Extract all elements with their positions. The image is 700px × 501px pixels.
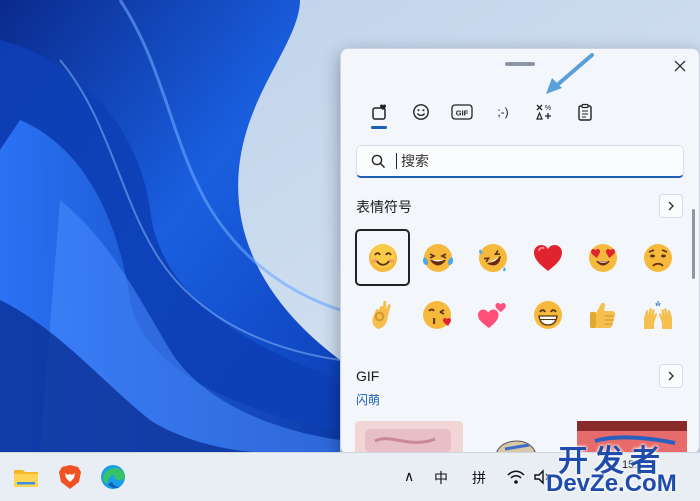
- raising-hands-emoji[interactable]: [630, 286, 685, 343]
- svg-text:;-): ;-): [497, 105, 508, 119]
- red-heart-emoji[interactable]: [520, 229, 575, 286]
- thumbs-up-emoji[interactable]: [575, 286, 630, 343]
- tab-favorites[interactable]: [359, 95, 400, 129]
- tears-of-joy-emoji[interactable]: [410, 229, 465, 286]
- close-button[interactable]: [669, 55, 691, 77]
- tab-gif[interactable]: GIF: [441, 95, 482, 129]
- gif-thumbnail[interactable]: [355, 421, 463, 454]
- scrollbar-thumb[interactable]: [692, 209, 695, 279]
- heart-eyes-emoji[interactable]: [575, 229, 630, 286]
- close-icon: [674, 60, 686, 72]
- worried-face-emoji[interactable]: [630, 229, 685, 286]
- smiling-face-emoji[interactable]: [355, 229, 410, 286]
- search-box[interactable]: [356, 145, 684, 178]
- svg-text:%: %: [544, 105, 550, 112]
- tray-overflow-chevron[interactable]: ∧: [404, 468, 414, 485]
- file-explorer-icon[interactable]: [12, 463, 40, 491]
- emoji-section-title: 表情符号: [356, 199, 412, 215]
- two-hearts-emoji[interactable]: [465, 286, 520, 343]
- search-input[interactable]: [399, 152, 663, 170]
- category-tabs: GIF ;-) %: [359, 95, 605, 129]
- chevron-right-icon: [668, 201, 674, 211]
- rolling-laughing-emoji[interactable]: [465, 229, 520, 286]
- face-blowing-kiss-emoji[interactable]: [410, 286, 465, 343]
- annotation-arrow: [546, 53, 594, 94]
- brave-browser-icon[interactable]: [56, 463, 84, 491]
- emoji-panel: GIF ;-) % 搜索 表情符号 GIF 闪萌: [340, 48, 700, 454]
- gif-more-button[interactable]: [659, 364, 683, 388]
- chevron-right-icon: [668, 371, 674, 381]
- clipboard-icon: [577, 103, 592, 121]
- tab-symbols[interactable]: %: [523, 95, 564, 129]
- gif-provider-label[interactable]: 闪萌: [356, 391, 380, 408]
- search-icon: [371, 154, 386, 169]
- ime-name-indicator[interactable]: 拼: [472, 468, 486, 488]
- tab-kaomoji[interactable]: ;-): [482, 95, 523, 129]
- drag-handle[interactable]: [505, 62, 535, 66]
- gif-section-title: GIF: [356, 368, 380, 384]
- edge-browser-icon[interactable]: [99, 463, 127, 491]
- smiley-icon: [412, 104, 429, 120]
- gif-icon: GIF: [450, 104, 473, 120]
- favorites-heart-icon: [371, 104, 386, 120]
- beaming-face-emoji[interactable]: [520, 286, 575, 343]
- watermark-line2: DevZe.CoM: [546, 470, 677, 497]
- emoji-grid: [355, 229, 685, 343]
- kaomoji-icon: ;-): [497, 105, 508, 119]
- wifi-icon[interactable]: [506, 467, 526, 487]
- tab-emoji[interactable]: [400, 95, 441, 129]
- text-caret: [396, 153, 397, 169]
- symbols-icon: %: [535, 104, 551, 120]
- tab-clipboard[interactable]: [564, 95, 605, 129]
- svg-text:GIF: GIF: [455, 108, 468, 117]
- watermark: 开发者 DevZe.CoM: [538, 436, 700, 500]
- ok-hand-emoji[interactable]: [355, 286, 410, 343]
- emoji-more-button[interactable]: [659, 194, 683, 218]
- ime-mode-indicator[interactable]: 中: [434, 468, 448, 488]
